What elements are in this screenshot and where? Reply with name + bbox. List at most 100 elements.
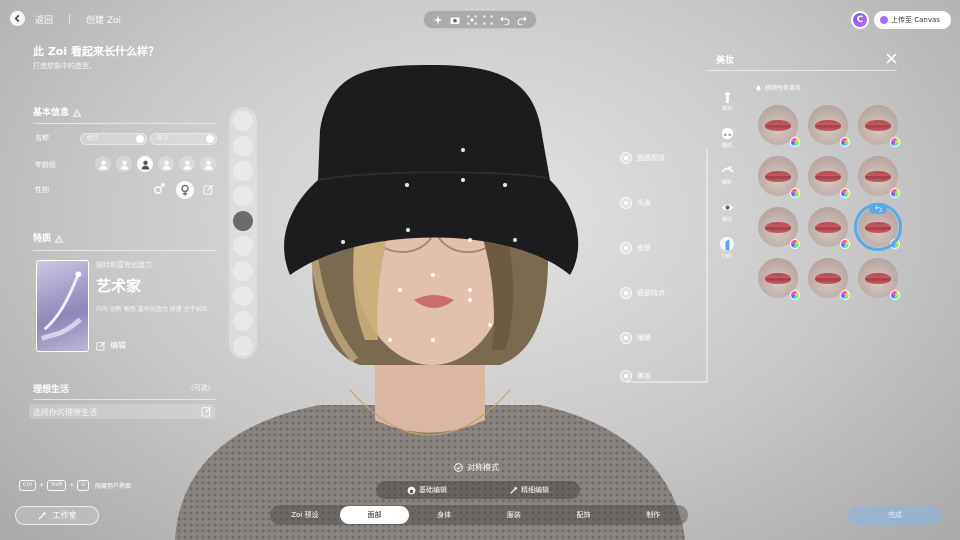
expand-icon[interactable] <box>483 15 493 25</box>
makeup-cat-eyeliner[interactable]: 眼线 <box>717 200 737 223</box>
color-wheel-icon[interactable] <box>890 188 900 198</box>
canvas-badge[interactable]: C <box>851 11 869 29</box>
divider <box>707 70 897 71</box>
divider <box>69 14 70 24</box>
symmetry-toggle[interactable]: 对称模式 <box>454 462 499 473</box>
camera-icon[interactable] <box>450 15 460 25</box>
hide-ui-shortcut: Ctrl + Shift + U 隐藏用户界面 <box>19 480 131 491</box>
sculpt-icon <box>510 486 517 494</box>
tab-craft[interactable]: 制作 <box>618 506 688 524</box>
basic-info-heading-text: 基本信息 <box>33 108 70 118</box>
color-wheel-icon[interactable] <box>840 239 850 249</box>
color-wheel-icon[interactable] <box>790 188 800 198</box>
studio-label: 工作室 <box>52 511 77 520</box>
first-name-field[interactable]: 姓氏 <box>80 133 147 145</box>
lipstick-swatch[interactable] <box>808 207 850 249</box>
revert-icon[interactable] <box>869 203 887 214</box>
upload-canvas-button[interactable]: 上传至 Canvas <box>874 11 951 29</box>
studio-button[interactable]: 工作室 <box>15 506 99 525</box>
age-infant-button[interactable] <box>95 156 111 172</box>
hide-ui-label: 隐藏用户界面 <box>95 483 132 490</box>
color-wheel-icon[interactable] <box>840 188 850 198</box>
label-face-preset[interactable]: 面部预设 <box>620 152 665 164</box>
undo-icon[interactable] <box>500 15 510 25</box>
lips-preview <box>765 273 791 284</box>
makeup-cat-eyeshadow[interactable]: 眼影 <box>717 163 737 186</box>
age-label: 年龄段 <box>35 161 56 169</box>
label-makeup[interactable]: 美妆 <box>620 370 651 382</box>
lipstick-swatch[interactable] <box>758 105 800 147</box>
redo-icon[interactable] <box>517 15 527 25</box>
tab-zoi-preset[interactable]: Zoi 预设 <box>270 506 340 524</box>
age-child-button[interactable] <box>116 156 132 172</box>
lipstick-swatch[interactable] <box>758 156 800 198</box>
remove-all-makeup[interactable]: 移除所有美妆 <box>755 83 801 92</box>
lips-preview <box>765 171 791 182</box>
trait-card[interactable] <box>36 260 89 352</box>
anchor-dot <box>620 242 632 254</box>
color-wheel-icon[interactable] <box>840 137 850 147</box>
label-connector <box>626 148 708 383</box>
makeup-cat-lipstick[interactable]: 口红 <box>717 237 737 260</box>
color-wheel-icon[interactable] <box>790 290 800 300</box>
lips-preview <box>815 273 841 284</box>
done-button[interactable]: 完成 <box>848 506 942 525</box>
label-hair[interactable]: 头发 <box>620 197 651 209</box>
lipstick-swatch[interactable] <box>808 156 850 198</box>
male-icon[interactable] <box>153 183 165 195</box>
fine-edit-label: 精细编辑 <box>521 486 549 494</box>
tab-body[interactable]: 身体 <box>409 506 479 524</box>
label-face-preset-text: 面部预设 <box>637 154 665 162</box>
focus-frame-icon[interactable] <box>467 15 477 25</box>
color-wheel-icon[interactable] <box>790 239 800 249</box>
warning-icon <box>73 108 82 117</box>
lips-preview <box>765 222 791 233</box>
label-skin[interactable]: 皮肤 <box>620 242 651 254</box>
teen-icon <box>141 160 149 169</box>
back-label[interactable]: 返回 <box>35 13 53 26</box>
lipstick-swatch[interactable] <box>858 105 900 147</box>
tab-face[interactable]: 面部 <box>339 506 410 524</box>
color-wheel-icon[interactable] <box>840 290 850 300</box>
lipstick-swatch[interactable] <box>808 258 850 300</box>
close-icon[interactable] <box>886 53 897 64</box>
anchor-dot <box>620 197 632 209</box>
create-zoi-screen: 返回 创建 Zoi C 上传至 Canvas 此 Zoi 看起来长什么样？ 打造… <box>0 0 960 540</box>
tab-clothing[interactable]: 服装 <box>479 506 549 524</box>
label-skin-text: 皮肤 <box>637 244 651 252</box>
gender-label: 性别 <box>35 186 49 194</box>
makeup-cat-label: 眼影 <box>721 180 732 186</box>
back-button[interactable] <box>10 11 25 26</box>
label-eyes[interactable]: 眼睛 <box>620 332 651 344</box>
lipstick-icon <box>720 237 734 251</box>
lipstick-swatch[interactable] <box>758 207 800 249</box>
dice-icon[interactable] <box>136 135 144 143</box>
trait-edit-button[interactable]: 编辑 <box>96 340 126 351</box>
lipstick-swatch[interactable] <box>858 258 900 300</box>
lipstick-swatch[interactable] <box>808 105 850 147</box>
label-makeup-text: 美妆 <box>637 372 651 380</box>
lipstick-swatch[interactable] <box>758 258 800 300</box>
drop-icon <box>756 84 761 91</box>
lips-preview <box>865 120 891 131</box>
question-title: 此 Zoi 看起来长什么样？ <box>33 45 159 58</box>
color-wheel-icon[interactable] <box>890 137 900 147</box>
ideal-life-heading: 理想生活 <box>33 385 70 395</box>
color-wheel-icon[interactable] <box>890 290 900 300</box>
color-wheel-icon[interactable] <box>790 137 800 147</box>
makeup-cat-highlight[interactable]: 高光 <box>717 89 737 112</box>
lipstick-swatch[interactable] <box>858 156 900 198</box>
warning-icon <box>55 234 64 243</box>
symmetry-label: 对称模式 <box>467 463 499 472</box>
eyeshadow-icon <box>720 163 734 177</box>
sparkle-icon[interactable] <box>433 15 443 25</box>
tab-accessories[interactable]: 配饰 <box>549 506 619 524</box>
age-teen-button[interactable] <box>137 156 153 172</box>
basic-edit-button[interactable]: 基础编辑 <box>407 485 447 495</box>
key-ctrl: Ctrl <box>19 480 36 491</box>
label-face-features[interactable]: 面部特点 <box>620 287 665 299</box>
upload-label: 上传至 Canvas <box>891 16 940 24</box>
plus-sign: + <box>69 482 75 489</box>
makeup-cat-blush[interactable]: 腮红 <box>717 126 737 149</box>
fine-edit-button[interactable]: 精细编辑 <box>509 485 549 495</box>
